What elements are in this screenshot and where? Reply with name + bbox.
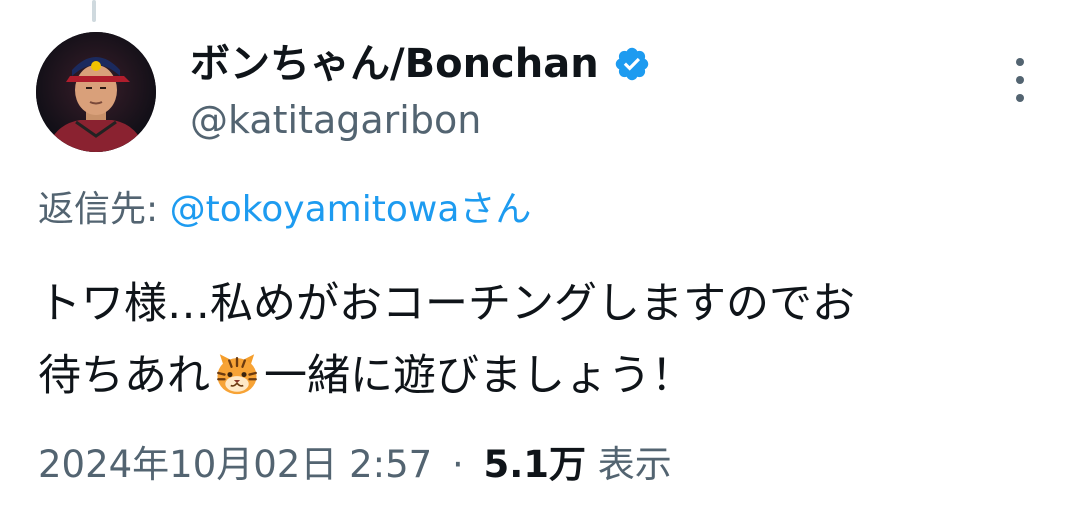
author-display-name[interactable]: ボンちゃん/Bonchan <box>190 38 651 90</box>
reply-context: 返信先: @tokoyamitowaさん <box>38 186 531 234</box>
more-options-icon[interactable] <box>1006 58 1034 102</box>
more-dot <box>1016 58 1024 66</box>
views-label: 表示 <box>597 443 672 486</box>
more-dot <box>1016 76 1024 84</box>
tiger-face-icon <box>217 354 257 395</box>
display-name-text[interactable]: ボンちゃん/Bonchan <box>190 38 599 90</box>
more-dot <box>1016 94 1024 102</box>
reply-prefix: 返信先: <box>38 189 170 230</box>
thread-connector-line <box>92 0 96 22</box>
verified-badge-icon <box>615 47 648 81</box>
views-count: 5.1万 <box>483 443 587 486</box>
tweet-meta: 2024年10月02日 2:57 · 5.1万 表示 <box>38 440 672 490</box>
timestamp-link[interactable]: 2024年10月02日 2:57 <box>38 443 432 486</box>
tweet-text-line: 待ちあれ 一緒に遊びましょう！ <box>38 340 1048 412</box>
tweet-text-segment: 待ちあれ <box>38 351 210 401</box>
author-handle[interactable]: @katitagaribon <box>190 96 481 144</box>
reply-to-link[interactable]: @tokoyamitowaさん <box>170 189 532 230</box>
tweet-text-segment: 一緒に遊びましょう！ <box>264 351 694 401</box>
meta-separator: · <box>451 443 464 486</box>
avatar-image <box>36 32 156 152</box>
tweet-text: トワ様…私めがおコーチングしますのでお 待ちあれ 一緒に遊びましょう！ <box>38 268 1048 412</box>
avatar[interactable] <box>36 32 156 152</box>
tweet-text-line: トワ様…私めがおコーチングしますのでお <box>38 279 855 329</box>
